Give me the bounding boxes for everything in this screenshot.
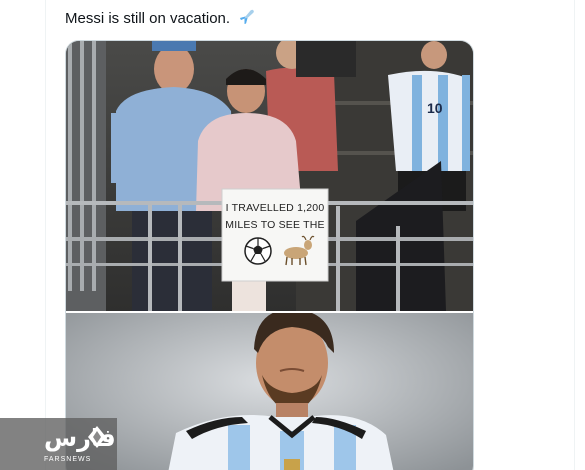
airplane-emoji-icon — [240, 9, 255, 24]
sign-line-2: MILES TO SEE THE — [225, 219, 324, 231]
tweet-text: Messi is still on vacation. — [65, 8, 256, 29]
timeline-left-border — [45, 0, 46, 470]
media-photo-fan-sign[interactable]: 10 I TRAVELLED 1,200 MILES TO SEE THE — [66, 41, 473, 311]
tweet-media[interactable]: 10 I TRAVELLED 1,200 MILES TO SEE THE — [65, 40, 474, 470]
media-photo-player-portrait[interactable] — [66, 313, 473, 470]
jersey-number-label: 10 — [427, 100, 443, 116]
soccer-ball-icon — [244, 237, 272, 265]
player-photo-illustration — [66, 313, 473, 470]
fan-photo-illustration: 10 I TRAVELLED 1,200 MILES TO SEE THE — [66, 41, 473, 311]
farsnews-logo-icon — [88, 426, 106, 448]
timeline-right-border — [574, 0, 575, 470]
watermark-name: FARSNEWS — [44, 456, 92, 463]
crest-icon — [284, 459, 300, 470]
tweet-text-content: Messi is still on vacation. — [65, 10, 231, 27]
sign-line-1: I TRAVELLED 1,200 — [226, 202, 325, 214]
farsnews-watermark: فارس FARSNEWS — [0, 418, 117, 470]
